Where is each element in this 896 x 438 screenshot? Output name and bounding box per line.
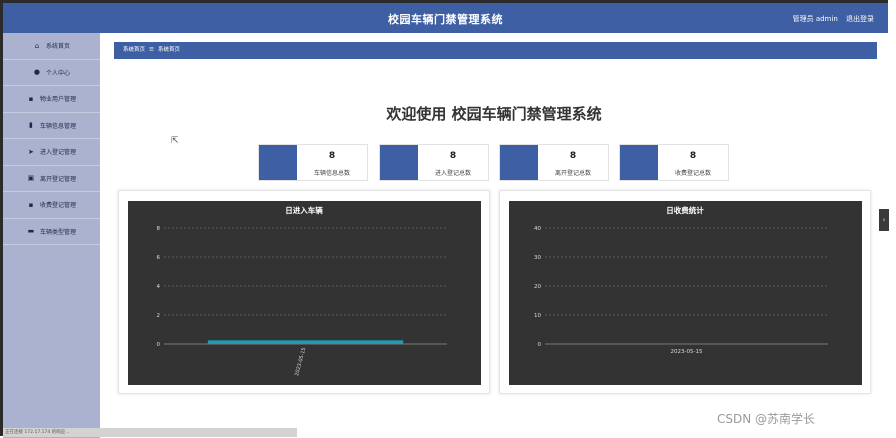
entries-chart: 日进入车辆 0 2 4 6 8 2023-05-15 (128, 201, 481, 385)
sidebar-item-label: 进入登记管理 (39, 149, 76, 157)
stat-card-exits: 8 离开登记总数 (499, 144, 609, 181)
collapse-panel-icon[interactable]: ‹ (879, 209, 889, 231)
fees-chart-svg: 日收费统计 0 10 20 30 40 2023-05-15 (534, 205, 828, 355)
sidebar-item-label: 车辆信息管理 (39, 122, 76, 130)
sidebar-item-fee-records[interactable]: ▪ 收费登记管理 (3, 192, 100, 219)
grid-icon: ▪ (28, 200, 34, 209)
stat-value: 8 (449, 151, 457, 161)
sidebar-item-label: 收费登记管理 (39, 202, 76, 210)
stat-color-block (500, 145, 538, 180)
breadcrumb-separator-icon: ☰ (149, 47, 154, 53)
sidebar-item-label: 系统首页 (45, 43, 70, 51)
stat-label: 车辆信息总数 (313, 170, 350, 177)
stat-card-fees: 8 收费登记总数 (619, 144, 729, 181)
sidebar-item-profile[interactable]: ● 个人中心 (3, 60, 100, 86)
y-tick-label: 10 (534, 313, 541, 319)
logout-link[interactable]: 退出登录 (846, 15, 874, 23)
breadcrumb: 系统首页 ☰ 系统首页 (114, 42, 877, 59)
breadcrumb-root[interactable]: 系统首页 (123, 47, 145, 53)
stat-color-block (259, 145, 297, 180)
stat-label: 进入登记总数 (434, 170, 471, 177)
app-title: 校园车辆门禁管理系统 (388, 13, 503, 26)
x-tick-label: 2023-05-15 (671, 349, 703, 355)
stat-value: 8 (689, 151, 697, 161)
admin-user-label[interactable]: 管理员 admin (793, 15, 838, 23)
trash-icon: ▣ (27, 174, 35, 183)
stat-value: 8 (569, 151, 577, 161)
grid-icon: ▪ (28, 94, 34, 103)
stat-color-block (380, 145, 418, 180)
bar-chart-icon: ▮ (29, 121, 33, 130)
chart-title: 日进入车辆 (285, 205, 323, 215)
chart-card-fees: 日收费统计 0 10 20 30 40 2023-05-15 (499, 190, 871, 394)
stat-label: 离开登记总数 (554, 170, 591, 177)
sidebar-item-property-users[interactable]: ▪ 物业用户管理 (3, 86, 100, 113)
home-icon: ⌂ (34, 41, 40, 50)
sidebar-item-entry-records[interactable]: ➤ 进入登记管理 (3, 139, 100, 166)
x-tick-label: 2023-05-15 (294, 347, 307, 377)
sidebar-item-label: 物业用户管理 (39, 96, 76, 104)
send-icon: ➤ (28, 147, 34, 156)
bar (207, 340, 404, 344)
chart-card-entries: 日进入车辆 0 2 4 6 8 2023-05-15 (118, 190, 490, 394)
fees-chart: 日收费统计 0 10 20 30 40 2023-05-15 (509, 201, 862, 385)
welcome-heading: 欢迎使用 校园车辆门禁管理系统 (386, 105, 602, 123)
mouse-cursor-icon: ⇱ (171, 136, 179, 146)
y-tick-label: 30 (534, 255, 541, 261)
y-tick-label: 6 (157, 255, 161, 261)
y-tick-label: 0 (538, 342, 542, 348)
stat-label: 收费登记总数 (674, 170, 711, 177)
stat-value: 8 (328, 151, 336, 161)
browser-status-bar: 正在连接 172.17.174 的响应... (3, 428, 297, 437)
stat-color-block (620, 145, 658, 180)
user-area: 管理员 admin 退出登录 (787, 14, 874, 24)
y-tick-label: 20 (534, 284, 541, 290)
stat-card-entries: 8 进入登记总数 (379, 144, 489, 181)
sidebar-item-vehicle-info[interactable]: ▮ 车辆信息管理 (3, 113, 100, 139)
y-tick-label: 8 (157, 226, 161, 232)
sidebar-item-exit-records[interactable]: ▣ 离开登记管理 (3, 166, 100, 192)
y-tick-label: 4 (157, 284, 161, 290)
user-icon: ● (33, 68, 41, 77)
csdn-watermark: CSDN @苏南学长 (717, 412, 816, 426)
sidebar-item-vehicle-types[interactable]: ▬ 车辆类型管理 (3, 219, 100, 245)
chart-title: 日收费统计 (666, 205, 704, 215)
y-tick-label: 40 (534, 226, 541, 232)
stat-card-vehicles: 8 车辆信息总数 (258, 144, 368, 181)
breadcrumb-current: 系统首页 (157, 47, 180, 53)
header-bar: 校园车辆门禁管理系统 管理员 admin 退出登录 (3, 3, 888, 33)
sidebar: ⌂ 系统首页 ● 个人中心 ▪ 物业用户管理 ▮ 车辆信息管理 ➤ 进入登记管理 ▣ 离开登… (3, 33, 100, 438)
entries-chart-svg: 日进入车辆 0 2 4 6 8 2023-05-15 (157, 205, 447, 377)
card-icon: ▬ (27, 227, 35, 236)
sidebar-item-home[interactable]: ⌂ 系统首页 (3, 33, 100, 60)
sidebar-item-label: 个人中心 (45, 69, 70, 77)
y-tick-label: 0 (157, 342, 161, 348)
sidebar-item-label: 车辆类型管理 (39, 228, 76, 236)
y-tick-label: 2 (157, 313, 161, 319)
sidebar-item-label: 离开登记管理 (39, 175, 76, 183)
